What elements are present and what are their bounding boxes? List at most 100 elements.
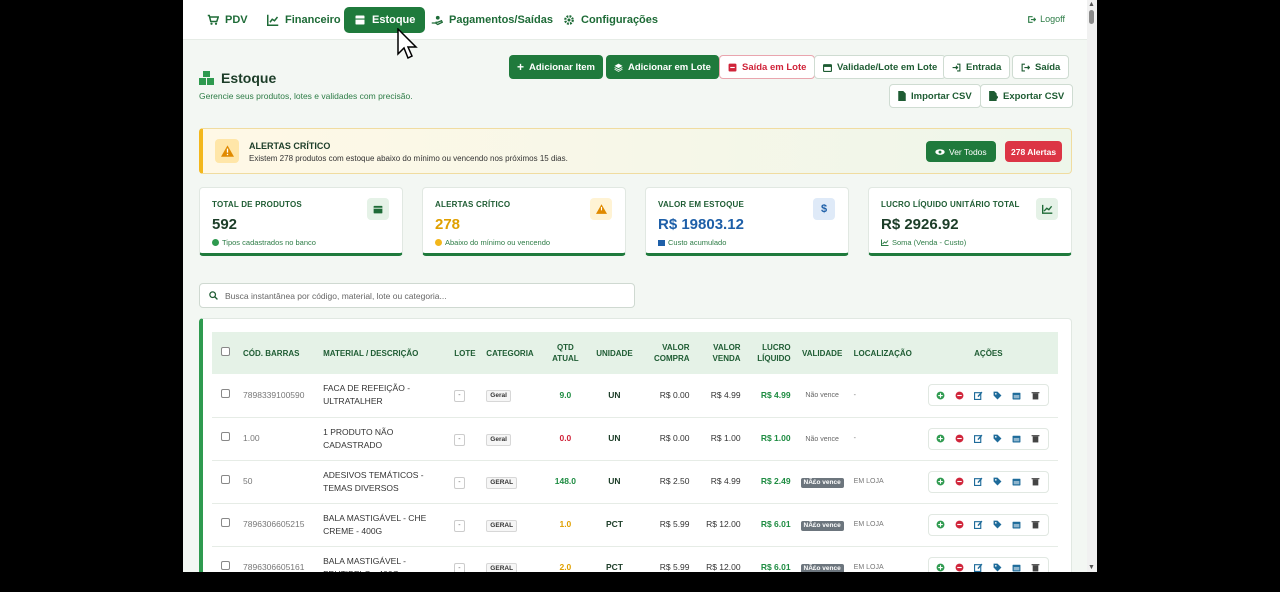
header-line: VALOR: [713, 343, 741, 352]
trash-icon[interactable]: [1028, 432, 1044, 446]
trash-icon[interactable]: [1028, 518, 1044, 532]
import-csv-button[interactable]: Importar CSV: [889, 84, 981, 108]
alert-count-badge[interactable]: 278 Alertas: [1005, 141, 1063, 162]
tags-icon[interactable]: [990, 388, 1006, 402]
scrollbar-thumb[interactable]: [1089, 10, 1094, 24]
card-label: ALERTAS CRÍTICO: [435, 200, 511, 209]
file-csv-icon: [898, 91, 906, 101]
cell-buy: R$ 2.50: [659, 476, 690, 486]
cell-qty: 0.0: [559, 433, 572, 443]
col-header-material[interactable]: MATERIAL / DESCRIÇÃO: [319, 332, 450, 374]
add-icon[interactable]: [933, 388, 949, 402]
add-icon[interactable]: [933, 475, 949, 489]
cell-unit: UN: [608, 433, 621, 443]
tags-icon[interactable]: [990, 475, 1006, 489]
add-icon[interactable]: [933, 561, 949, 573]
col-header-sell[interactable]: VALOR VENDA: [694, 332, 745, 374]
page-scrollbar[interactable]: ▲ ▼: [1087, 0, 1097, 572]
row-checkbox[interactable]: [221, 432, 231, 441]
edit-icon[interactable]: [971, 561, 987, 572]
validity-badge: NÃ£o vence: [800, 521, 844, 531]
card-label: VALOR EM ESTOQUE: [658, 200, 745, 209]
row-checkbox[interactable]: [221, 388, 231, 398]
col-header-unit[interactable]: UNIDADE: [586, 332, 642, 374]
card-sub-text: Custo acumulado: [668, 238, 727, 247]
sign-out-icon: [1021, 63, 1030, 71]
trash-icon[interactable]: [1028, 561, 1044, 573]
table-header-row: CÓD. BARRAS MATERIAL / DESCRIÇÃO LOTE CA…: [212, 332, 1058, 374]
validity-batch-button[interactable]: Validade/Lote em Lote: [814, 55, 947, 79]
cell-sell: R$ 4.99: [710, 476, 741, 486]
edit-icon[interactable]: [971, 475, 987, 489]
nav-item-pagamentos[interactable]: Pagamentos/Saídas: [421, 7, 563, 33]
cell-qty: 2.0: [559, 562, 572, 572]
col-header-category[interactable]: CATEGORIA: [482, 332, 544, 374]
nav-item-financeiro[interactable]: Financeiro: [257, 7, 351, 33]
cell-category: GERAL: [486, 519, 518, 532]
entry-button[interactable]: Entrada: [943, 55, 1011, 79]
logoff-link[interactable]: Logoff: [1027, 14, 1065, 24]
col-header-validity[interactable]: VALIDADE: [795, 332, 850, 374]
nav-item-configuracoes[interactable]: Configurações: [553, 7, 668, 33]
view-all-button[interactable]: Ver Todos: [926, 141, 996, 162]
cell-profit: R$ 1.00: [760, 433, 791, 443]
calendar-icon[interactable]: [1009, 561, 1025, 573]
calendar-icon[interactable]: [1009, 388, 1025, 402]
add-icon[interactable]: [933, 518, 949, 532]
cell-category: GERAL: [486, 476, 518, 489]
remove-icon[interactable]: [952, 518, 968, 532]
header-line: LÍQUIDO: [757, 354, 791, 363]
col-header-qty[interactable]: QTD ATUAL: [544, 332, 586, 374]
export-csv-button[interactable]: Exportar CSV: [980, 84, 1074, 108]
col-header-buy[interactable]: VALOR COMPRA: [642, 332, 693, 374]
col-header-code[interactable]: CÓD. BARRAS: [239, 332, 319, 374]
remove-icon[interactable]: [952, 475, 968, 489]
header-line: COMPRA: [653, 354, 690, 363]
trash-icon[interactable]: [1028, 388, 1044, 402]
calendar-icon[interactable]: [1009, 475, 1025, 489]
exit-batch-button[interactable]: Saída em Lote: [719, 55, 816, 79]
scroll-down-arrow-icon[interactable]: ▼: [1088, 564, 1095, 571]
table-row: 7896306605161 BALA MASTIGÁVEL - FRUTIBELO…: [212, 546, 1058, 572]
inventory-table-card: CÓD. BARRAS MATERIAL / DESCRIÇÃO LOTE CA…: [199, 318, 1072, 572]
edit-icon[interactable]: [971, 388, 987, 402]
stat-card-stock-value: VALOR EM ESTOQUE R$ 19803.12 Custo acumu…: [645, 187, 849, 256]
add-batch-button[interactable]: Adicionar em Lote: [606, 55, 719, 79]
card-sub: Soma (Venda - Custo): [881, 238, 966, 247]
remove-icon[interactable]: [952, 561, 968, 573]
mouse-cursor-icon: [397, 28, 418, 60]
select-all-checkbox[interactable]: [221, 347, 231, 356]
exit-button[interactable]: Saída: [1012, 55, 1070, 79]
top-nav: PDV Financeiro Estoque Pagamentos/Saídas…: [183, 0, 1087, 40]
add-item-button[interactable]: + Adicionar Item: [509, 55, 604, 79]
nav-label: Configurações: [581, 14, 659, 26]
row-checkbox[interactable]: [221, 475, 231, 484]
card-label: TOTAL DE PRODUTOS: [212, 200, 302, 209]
edit-icon[interactable]: [971, 518, 987, 532]
tags-icon[interactable]: [990, 561, 1006, 573]
cell-material: 1 PRODUTO NÃO CADASTRADO: [319, 417, 450, 460]
row-checkbox[interactable]: [221, 561, 231, 570]
edit-icon[interactable]: [971, 432, 987, 446]
layers-icon: [614, 63, 623, 72]
tags-icon[interactable]: [990, 432, 1006, 446]
calendar-icon[interactable]: [1009, 518, 1025, 532]
search-input[interactable]: Busca instantânea por código, material, …: [199, 283, 635, 308]
cell-code: 7898339100590: [243, 389, 305, 400]
col-header-lot[interactable]: LOTE: [450, 332, 482, 374]
trash-icon[interactable]: [1028, 475, 1044, 489]
box-icon: [367, 198, 389, 220]
col-header-location[interactable]: LOCALIZAÇÃO: [850, 332, 919, 374]
scroll-up-arrow-icon[interactable]: ▲: [1088, 1, 1095, 8]
remove-icon[interactable]: [952, 432, 968, 446]
nav-item-pdv[interactable]: PDV: [197, 7, 258, 33]
add-icon[interactable]: [933, 432, 949, 446]
remove-icon[interactable]: [952, 388, 968, 402]
row-checkbox[interactable]: [221, 518, 231, 527]
col-header-profit[interactable]: LUCRO LÍQUIDO: [745, 332, 795, 374]
tags-icon[interactable]: [990, 518, 1006, 532]
nav-label: Estoque: [372, 14, 416, 26]
card-sub-text: Soma (Venda - Custo): [892, 238, 967, 247]
row-actions-group: [927, 427, 1049, 450]
calendar-icon[interactable]: [1009, 432, 1025, 446]
